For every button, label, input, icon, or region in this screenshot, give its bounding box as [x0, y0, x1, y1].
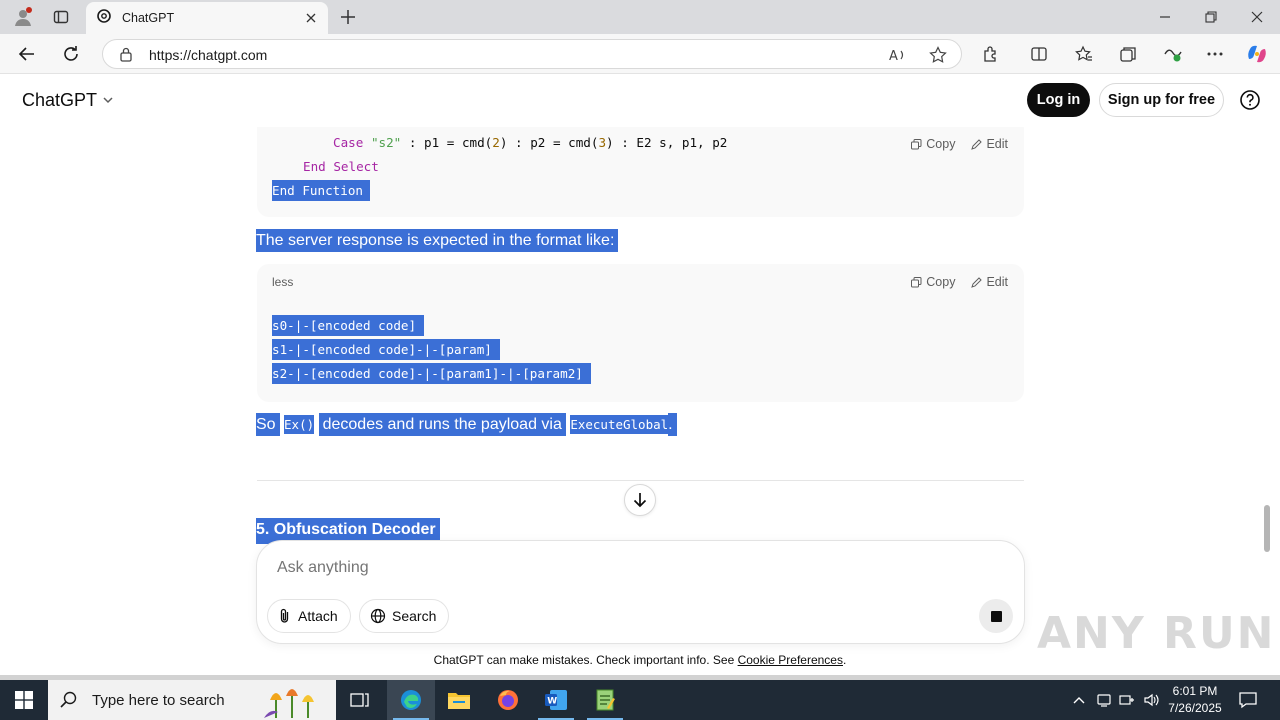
- restore-icon[interactable]: [1196, 4, 1226, 30]
- stop-icon: [990, 610, 1002, 622]
- taskbar-search-placeholder: Type here to search: [92, 691, 225, 709]
- collections-icon[interactable]: [1115, 42, 1141, 66]
- page-scrollbar[interactable]: [1264, 505, 1270, 552]
- profile-icon[interactable]: [10, 5, 36, 29]
- edit-code-button[interactable]: Edit: [971, 275, 1008, 289]
- edit-icon: [971, 138, 983, 150]
- signup-button[interactable]: Sign up for free: [1099, 83, 1224, 117]
- volume-icon[interactable]: [1141, 690, 1161, 710]
- edit-label: Edit: [986, 137, 1008, 151]
- response-paragraph: So Ex() decodes and runs the payload via…: [256, 413, 677, 437]
- copy-label: Copy: [926, 275, 956, 289]
- url-text[interactable]: https://chatgpt.com: [149, 47, 267, 63]
- split-screen-icon[interactable]: [1026, 42, 1052, 66]
- address-bar[interactable]: https://chatgpt.com A: [102, 39, 962, 69]
- inline-code: ExecuteGlobal: [570, 415, 669, 434]
- copy-code-button[interactable]: Copy: [911, 137, 955, 151]
- code-line: End Function: [272, 180, 370, 202]
- start-button[interactable]: [0, 680, 48, 720]
- code-block: less Copy Edit s0-|-[encoded code] s1-|-…: [257, 264, 1024, 402]
- edit-label: Edit: [986, 275, 1008, 289]
- firefox-icon[interactable]: [484, 680, 532, 720]
- browser-tab-bar: ChatGPT: [0, 0, 1280, 34]
- tab-title: ChatGPT: [122, 11, 175, 25]
- copy-label: Copy: [926, 137, 956, 151]
- tab-close-icon[interactable]: [302, 9, 320, 27]
- chevron-down-icon: [102, 90, 114, 111]
- file-explorer-icon[interactable]: [435, 680, 483, 720]
- section-heading: 5. Obfuscation Decoder: [256, 518, 440, 544]
- attach-label: Attach: [298, 608, 338, 624]
- notepad-taskbar-icon[interactable]: [581, 680, 629, 720]
- stop-generating-button[interactable]: [979, 599, 1013, 633]
- favorite-star-icon[interactable]: [927, 45, 949, 65]
- watermark-logo: ANY RUN: [1037, 608, 1276, 659]
- svg-text:A: A: [889, 49, 898, 63]
- taskbar-clock[interactable]: 6:01 PM 7/26/2025: [1160, 683, 1230, 717]
- search-label: Search: [392, 608, 437, 624]
- word-taskbar-icon[interactable]: W: [532, 680, 580, 720]
- chevron-up-icon[interactable]: [1069, 690, 1089, 710]
- paperclip-icon: [280, 608, 289, 623]
- openai-logo-icon: [96, 8, 112, 29]
- globe-icon: [370, 608, 386, 624]
- code-line: s2-|-[encoded code]-|-[param1]-|-[param2…: [272, 363, 591, 385]
- scroll-down-button[interactable]: [624, 484, 656, 516]
- tab-actions-icon[interactable]: [48, 5, 74, 29]
- code-block: Copy Edit Case "s2" : p1 = cmd(2) : p2 =…: [257, 127, 1024, 217]
- taskbar: Type here to search W 6:01 PM 7/26/2025: [0, 680, 1280, 720]
- taskbar-search[interactable]: Type here to search: [48, 680, 336, 720]
- model-selector[interactable]: ChatGPT: [22, 90, 114, 111]
- section-divider: [257, 480, 1024, 481]
- code-line: End Select: [303, 159, 379, 174]
- new-tab-icon[interactable]: [336, 5, 360, 29]
- svg-text:W: W: [547, 697, 557, 707]
- security-tray-icon[interactable]: [1094, 690, 1114, 710]
- chatgpt-header: ChatGPT Log in Sign up for free: [0, 75, 1280, 127]
- copilot-icon[interactable]: [1244, 42, 1270, 66]
- help-icon[interactable]: [1238, 88, 1262, 112]
- close-window-icon[interactable]: [1242, 4, 1272, 30]
- copy-icon: [911, 276, 922, 287]
- clock-date: 7/26/2025: [1168, 701, 1222, 715]
- brand-label: ChatGPT: [22, 90, 98, 110]
- clock-time: 6:01 PM: [1172, 684, 1218, 698]
- login-button[interactable]: Log in: [1027, 83, 1090, 117]
- browser-toolbar: https://chatgpt.com A: [0, 34, 1280, 74]
- notification-icon[interactable]: [1238, 690, 1258, 710]
- response-paragraph: The server response is expected in the f…: [256, 229, 619, 253]
- edit-icon: [971, 276, 983, 288]
- message-composer: Attach Search: [256, 540, 1025, 644]
- edit-code-button[interactable]: Edit: [971, 137, 1008, 151]
- favorites-icon[interactable]: [1071, 42, 1097, 66]
- copy-code-button[interactable]: Copy: [911, 275, 955, 289]
- code-line: s0-|-[encoded code]: [272, 315, 425, 337]
- code-line: Case "s2" : p1 = cmd(2) : p2 = cmd(3) : …: [333, 135, 728, 150]
- tulip-decoration-icon: [264, 689, 314, 718]
- back-icon[interactable]: [14, 42, 40, 66]
- tab-chatgpt[interactable]: ChatGPT: [86, 2, 328, 34]
- arrow-down-icon: [633, 493, 647, 508]
- search-icon: [60, 691, 77, 708]
- attach-button[interactable]: Attach: [267, 599, 351, 633]
- windows-logo-icon: [15, 691, 33, 709]
- read-aloud-icon[interactable]: A: [887, 45, 909, 65]
- site-info-icon[interactable]: [119, 46, 133, 67]
- task-view-icon[interactable]: [336, 680, 384, 720]
- edge-taskbar-icon[interactable]: [387, 680, 435, 720]
- more-menu-icon[interactable]: [1202, 42, 1228, 66]
- minimize-icon[interactable]: [1150, 4, 1180, 30]
- browser-essentials-icon[interactable]: [1160, 42, 1186, 66]
- inline-code: Ex(): [284, 415, 315, 434]
- code-line: s1-|-[encoded code]-|-[param]: [272, 339, 500, 361]
- message-input[interactable]: [277, 559, 957, 577]
- search-button[interactable]: Search: [359, 599, 450, 633]
- refresh-icon[interactable]: [58, 42, 84, 66]
- network-icon[interactable]: [1117, 690, 1137, 710]
- extensions-icon[interactable]: [978, 42, 1004, 66]
- code-language-label: less: [272, 275, 294, 289]
- copy-icon: [911, 138, 922, 149]
- cookie-preferences-link[interactable]: Cookie Preferences: [738, 653, 843, 667]
